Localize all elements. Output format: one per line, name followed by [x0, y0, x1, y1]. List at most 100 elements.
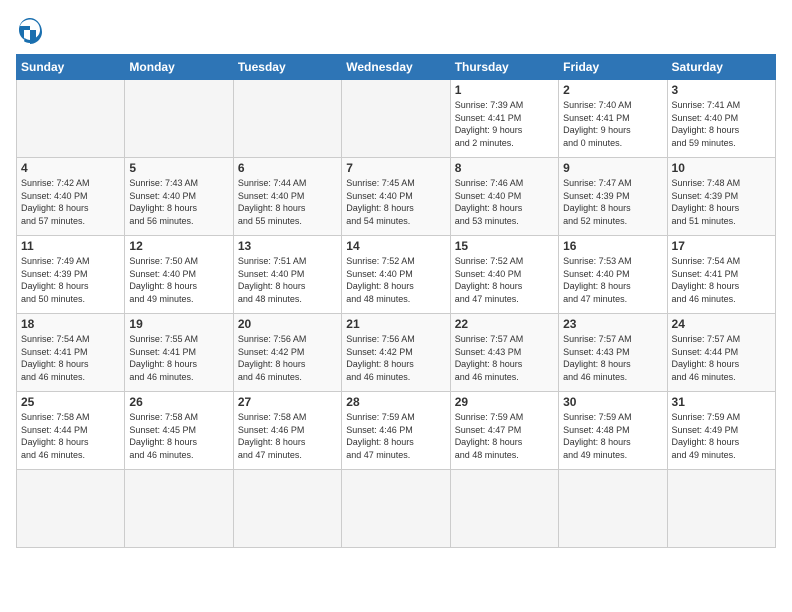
calendar-cell-day-13: 13 Sunrise: 7:51 AM Sunset: 4:40 PM Dayli… [233, 236, 341, 314]
day-number: 10 [672, 161, 771, 175]
day-info: Sunrise: 7:48 AM Sunset: 4:39 PM Dayligh… [672, 177, 771, 227]
calendar-cell-day-3: 3 Sunrise: 7:41 AM Sunset: 4:40 PM Daylig… [667, 80, 775, 158]
calendar-cell-empty [667, 470, 775, 548]
calendar-cell-day-14: 14 Sunrise: 7:52 AM Sunset: 4:40 PM Dayli… [342, 236, 450, 314]
day-number: 19 [129, 317, 228, 331]
calendar-cell-empty [233, 80, 341, 158]
day-info: Sunrise: 7:44 AM Sunset: 4:40 PM Dayligh… [238, 177, 337, 227]
calendar-cell-empty [17, 80, 125, 158]
day-info: Sunrise: 7:57 AM Sunset: 4:43 PM Dayligh… [563, 333, 662, 383]
calendar-row-1: 4 Sunrise: 7:42 AM Sunset: 4:40 PM Daylig… [17, 158, 776, 236]
day-info: Sunrise: 7:56 AM Sunset: 4:42 PM Dayligh… [238, 333, 337, 383]
calendar-cell-day-16: 16Sunrise: 7:53 AM Sunset: 4:40 PM Dayli… [559, 236, 667, 314]
calendar-cell-empty [17, 470, 125, 548]
day-number: 21 [346, 317, 445, 331]
day-number: 6 [238, 161, 337, 175]
day-info: Sunrise: 7:59 AM Sunset: 4:47 PM Dayligh… [455, 411, 554, 461]
day-number: 29 [455, 395, 554, 409]
weekday-header-row: SundayMondayTuesdayWednesdayThursdayFrid… [17, 55, 776, 80]
day-number: 22 [455, 317, 554, 331]
day-info: Sunrise: 7:59 AM Sunset: 4:48 PM Dayligh… [563, 411, 662, 461]
calendar-row-0: 1Sunrise: 7:39 AM Sunset: 4:41 PM Daylig… [17, 80, 776, 158]
calendar-cell-empty [559, 470, 667, 548]
day-info: Sunrise: 7:55 AM Sunset: 4:41 PM Dayligh… [129, 333, 228, 383]
calendar-row-4: 25 Sunrise: 7:58 AM Sunset: 4:44 PM Dayli… [17, 392, 776, 470]
calendar-cell-day-11: 11Sunrise: 7:49 AM Sunset: 4:39 PM Dayli… [17, 236, 125, 314]
day-number: 12 [129, 239, 228, 253]
calendar-cell-day-18: 18 Sunrise: 7:54 AM Sunset: 4:41 PM Dayli… [17, 314, 125, 392]
day-number: 3 [672, 83, 771, 97]
day-info: Sunrise: 7:39 AM Sunset: 4:41 PM Dayligh… [455, 99, 554, 149]
day-info: Sunrise: 7:50 AM Sunset: 4:40 PM Dayligh… [129, 255, 228, 305]
day-number: 28 [346, 395, 445, 409]
calendar-cell-day-10: 10 Sunrise: 7:48 AM Sunset: 4:39 PM Dayli… [667, 158, 775, 236]
weekday-header-sunday: Sunday [17, 55, 125, 80]
day-number: 23 [563, 317, 662, 331]
day-number: 25 [21, 395, 120, 409]
calendar-cell-day-12: 12 Sunrise: 7:50 AM Sunset: 4:40 PM Dayli… [125, 236, 233, 314]
day-number: 18 [21, 317, 120, 331]
calendar-cell-day-20: 20Sunrise: 7:56 AM Sunset: 4:42 PM Dayli… [233, 314, 341, 392]
calendar-row-2: 11Sunrise: 7:49 AM Sunset: 4:39 PM Dayli… [17, 236, 776, 314]
calendar-cell-day-27: 27Sunrise: 7:58 AM Sunset: 4:46 PM Dayli… [233, 392, 341, 470]
day-info: Sunrise: 7:57 AM Sunset: 4:43 PM Dayligh… [455, 333, 554, 383]
calendar-cell-day-5: 5 Sunrise: 7:43 AM Sunset: 4:40 PM Daylig… [125, 158, 233, 236]
weekday-header-saturday: Saturday [667, 55, 775, 80]
day-info: Sunrise: 7:42 AM Sunset: 4:40 PM Dayligh… [21, 177, 120, 227]
day-info: Sunrise: 7:58 AM Sunset: 4:45 PM Dayligh… [129, 411, 228, 461]
day-info: Sunrise: 7:58 AM Sunset: 4:46 PM Dayligh… [238, 411, 337, 461]
calendar-cell-empty [125, 80, 233, 158]
calendar-cell-day-30: 30 Sunrise: 7:59 AM Sunset: 4:48 PM Dayli… [559, 392, 667, 470]
calendar-cell-day-31: 31Sunrise: 7:59 AM Sunset: 4:49 PM Dayli… [667, 392, 775, 470]
weekday-header-wednesday: Wednesday [342, 55, 450, 80]
day-number: 5 [129, 161, 228, 175]
calendar-table: SundayMondayTuesdayWednesdayThursdayFrid… [16, 54, 776, 548]
calendar-row-5 [17, 470, 776, 548]
day-number: 24 [672, 317, 771, 331]
calendar-cell-day-17: 17 Sunrise: 7:54 AM Sunset: 4:41 PM Dayli… [667, 236, 775, 314]
calendar-cell-day-23: 23 Sunrise: 7:57 AM Sunset: 4:43 PM Dayli… [559, 314, 667, 392]
calendar-cell-day-25: 25 Sunrise: 7:58 AM Sunset: 4:44 PM Dayli… [17, 392, 125, 470]
day-info: Sunrise: 7:52 AM Sunset: 4:40 PM Dayligh… [346, 255, 445, 305]
day-info: Sunrise: 7:59 AM Sunset: 4:46 PM Dayligh… [346, 411, 445, 461]
day-info: Sunrise: 7:47 AM Sunset: 4:39 PM Dayligh… [563, 177, 662, 227]
day-info: Sunrise: 7:58 AM Sunset: 4:44 PM Dayligh… [21, 411, 120, 461]
day-info: Sunrise: 7:51 AM Sunset: 4:40 PM Dayligh… [238, 255, 337, 305]
calendar-cell-day-22: 22 Sunrise: 7:57 AM Sunset: 4:43 PM Dayli… [450, 314, 558, 392]
calendar-cell-day-2: 2Sunrise: 7:40 AM Sunset: 4:41 PM Daylig… [559, 80, 667, 158]
day-info: Sunrise: 7:41 AM Sunset: 4:40 PM Dayligh… [672, 99, 771, 149]
calendar-cell-day-6: 6 Sunrise: 7:44 AM Sunset: 4:40 PM Daylig… [233, 158, 341, 236]
day-info: Sunrise: 7:54 AM Sunset: 4:41 PM Dayligh… [672, 255, 771, 305]
day-info: Sunrise: 7:56 AM Sunset: 4:42 PM Dayligh… [346, 333, 445, 383]
day-number: 30 [563, 395, 662, 409]
day-number: 7 [346, 161, 445, 175]
calendar-cell-empty [342, 80, 450, 158]
calendar-cell-empty [125, 470, 233, 548]
calendar-cell-day-28: 28 Sunrise: 7:59 AM Sunset: 4:46 PM Dayli… [342, 392, 450, 470]
day-number: 11 [21, 239, 120, 253]
page: SundayMondayTuesdayWednesdayThursdayFrid… [0, 0, 792, 612]
day-number: 2 [563, 83, 662, 97]
calendar-cell-day-24: 24 Sunrise: 7:57 AM Sunset: 4:44 PM Dayli… [667, 314, 775, 392]
calendar-cell-day-19: 19 Sunrise: 7:55 AM Sunset: 4:41 PM Dayli… [125, 314, 233, 392]
day-number: 17 [672, 239, 771, 253]
calendar-cell-empty [233, 470, 341, 548]
day-number: 4 [21, 161, 120, 175]
logo [16, 16, 48, 44]
calendar-cell-day-29: 29 Sunrise: 7:59 AM Sunset: 4:47 PM Dayli… [450, 392, 558, 470]
day-info: Sunrise: 7:54 AM Sunset: 4:41 PM Dayligh… [21, 333, 120, 383]
day-number: 13 [238, 239, 337, 253]
calendar-cell-empty [450, 470, 558, 548]
weekday-header-thursday: Thursday [450, 55, 558, 80]
calendar-cell-day-1: 1Sunrise: 7:39 AM Sunset: 4:41 PM Daylig… [450, 80, 558, 158]
day-number: 15 [455, 239, 554, 253]
day-info: Sunrise: 7:57 AM Sunset: 4:44 PM Dayligh… [672, 333, 771, 383]
weekday-header-monday: Monday [125, 55, 233, 80]
day-info: Sunrise: 7:43 AM Sunset: 4:40 PM Dayligh… [129, 177, 228, 227]
day-number: 16 [563, 239, 662, 253]
day-number: 31 [672, 395, 771, 409]
day-number: 9 [563, 161, 662, 175]
calendar-cell-day-26: 26Sunrise: 7:58 AM Sunset: 4:45 PM Dayli… [125, 392, 233, 470]
day-number: 14 [346, 239, 445, 253]
calendar-cell-empty [342, 470, 450, 548]
